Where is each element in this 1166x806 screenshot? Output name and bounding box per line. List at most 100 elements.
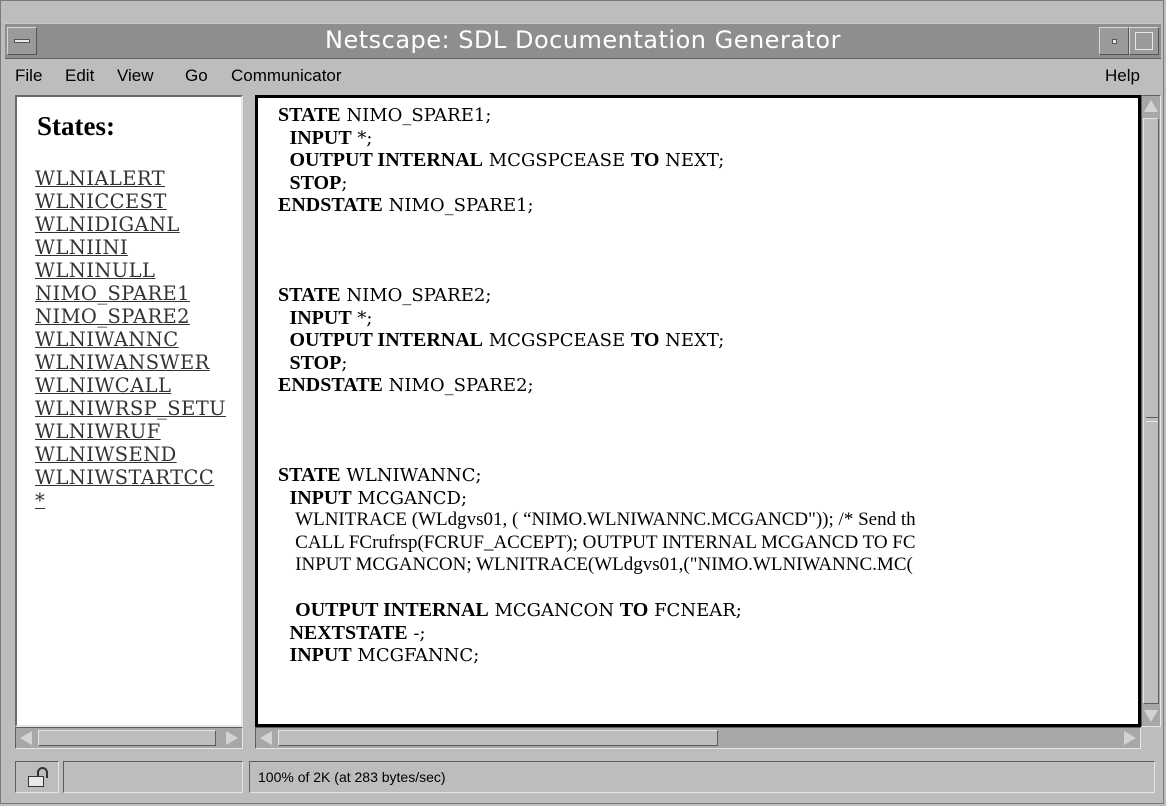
menu-help[interactable]: Help [1105, 66, 1140, 86]
state-link[interactable]: WLNIWANSWER [35, 351, 226, 374]
state-link[interactable]: WLNIWCALL [35, 374, 226, 397]
scroll-left-arrow-icon[interactable] [20, 731, 32, 745]
state-link[interactable]: WLNICCEST [35, 190, 226, 213]
code-text: FCNEAR; [648, 600, 742, 621]
code-keyword: INPUT [289, 486, 352, 509]
code-keyword: OUTPUT INTERNAL [289, 329, 484, 351]
state-link[interactable]: * [35, 489, 226, 512]
status-bar: 100% of 2K (at 283 bytes/sec) [5, 755, 1161, 799]
code-text: -; [407, 622, 426, 644]
code-text: *; [351, 307, 373, 329]
menu-communicator[interactable]: Communicator [231, 66, 342, 86]
state-link[interactable]: NIMO_SPARE2 [35, 305, 226, 328]
code-keyword: STATE [278, 464, 341, 486]
scroll-thumb[interactable] [278, 730, 718, 746]
state-link[interactable]: WLNIWANNC [35, 328, 226, 351]
code-line: INPUT MCGANCON; WLNITRACE(WLdgvs01,("NIM… [278, 554, 916, 577]
scroll-right-arrow-icon[interactable] [226, 731, 238, 745]
menu-file[interactable]: File [15, 66, 42, 86]
code-frame-hscrollbar[interactable] [255, 727, 1141, 749]
code-keyword: TO [630, 149, 660, 171]
code-keyword: OUTPUT INTERNAL [289, 149, 484, 171]
code-text: WLNITRACE (WLdgvs01, ( “NIMO.WLNIWANNC.M… [295, 509, 916, 530]
code-line: INPUT *; [278, 127, 916, 150]
code-keyword: STATE [278, 284, 341, 306]
code-text: MCGFANNC; [351, 645, 480, 666]
code-text: MCGANCON [488, 600, 620, 621]
code-text: MCGSPCEASE [483, 150, 631, 171]
code-line: OUTPUT INTERNAL MCGANCON TO FCNEAR; [278, 599, 916, 622]
code-text: INPUT MCGANCON; WLNITRACE(WLdgvs01,("NIM… [295, 554, 913, 575]
code-text: ; [341, 172, 348, 194]
code-keyword: INPUT [289, 126, 352, 149]
browser-window: Netscape: SDL Documentation Generator Fi… [0, 0, 1164, 804]
code-line: NEXTSTATE -; [278, 622, 916, 645]
states-frame-hscrollbar[interactable] [15, 727, 243, 749]
code-frame: STATE NIMO_SPARE1; INPUT *; OUTPUT INTER… [255, 95, 1141, 727]
code-line: ENDSTATE NIMO_SPARE1; [278, 194, 916, 217]
state-link[interactable]: WLNIWRUF [35, 420, 226, 443]
code-line: STATE WLNIWANNC; [278, 464, 916, 487]
code-keyword: OUTPUT INTERNAL [295, 599, 489, 621]
code-text: *; [351, 127, 373, 149]
title-bar[interactable]: Netscape: SDL Documentation Generator [5, 23, 1161, 59]
state-link[interactable]: NIMO_SPARE1 [35, 282, 226, 305]
frame-splitter[interactable] [245, 95, 255, 751]
code-line: INPUT MCGFANNC; [278, 644, 916, 667]
code-keyword: NEXTSTATE [289, 621, 408, 644]
code-line: STOP; [278, 172, 916, 195]
scroll-down-arrow-icon[interactable] [1144, 710, 1158, 722]
code-keyword: INPUT [289, 644, 352, 666]
code-keyword: STOP [289, 171, 342, 194]
code-keyword: STOP [289, 351, 342, 374]
state-link[interactable]: WLNIINI [35, 236, 226, 259]
code-keyword: TO [619, 599, 649, 621]
code-text: MCGSPCEASE [483, 330, 631, 351]
scroll-up-arrow-icon[interactable] [1144, 100, 1158, 112]
code-text: WLNIWANNC; [340, 465, 482, 486]
code-text: NIMO_SPARE2; [340, 285, 492, 306]
state-link[interactable]: WLNIALERT [35, 167, 226, 190]
code-line: INPUT MCGANCD; [278, 487, 916, 510]
state-link[interactable]: WLNIDIGANL [35, 213, 226, 236]
code-text: NIMO_SPARE1; [340, 105, 492, 126]
code-keyword: TO [630, 329, 660, 351]
maximize-icon[interactable] [1129, 27, 1159, 55]
code-text: ; [341, 352, 348, 374]
code-line: OUTPUT INTERNAL MCGSPCEASE TO NEXT; [278, 329, 916, 352]
state-link-list: WLNIALERT WLNICCEST WLNIDIGANL WLNIINI WLNIN… [35, 167, 226, 512]
states-frame: States: WLNIALERT WLNICCEST WLNIDIGANL WLNI… [15, 95, 243, 727]
scroll-thumb[interactable] [38, 730, 216, 746]
menu-edit[interactable]: Edit [65, 66, 94, 86]
code-line: CALL FCrufrsp(FCRUF_ACCEPT); OUTPUT INTE… [278, 532, 916, 555]
menu-go[interactable]: Go [185, 66, 208, 86]
status-text: 100% of 2K (at 283 bytes/sec) [258, 769, 446, 785]
code-keyword: STATE [278, 104, 341, 126]
code-frame-vscrollbar[interactable] [1141, 95, 1161, 727]
state-link[interactable]: WLNIWRSP_SETU [35, 397, 226, 420]
code-line: ENDSTATE NIMO_SPARE2; [278, 374, 916, 397]
scroll-right-arrow-icon[interactable] [1124, 731, 1136, 745]
state-link[interactable]: WLNINULL [35, 259, 226, 282]
state-link[interactable]: WLNIWSTARTCC [35, 466, 226, 489]
code-line: WLNITRACE (WLdgvs01, ( “NIMO.WLNIWANNC.M… [278, 509, 916, 532]
menu-view[interactable]: View [117, 66, 154, 86]
code-text: NIMO_SPARE1; [382, 195, 534, 216]
code-text: CALL FCrufrsp(FCRUF_ACCEPT); OUTPUT INTE… [295, 531, 916, 553]
code-line: STOP; [278, 352, 916, 375]
code-keyword: ENDSTATE [278, 194, 383, 216]
code-text: MCGANCD; [351, 487, 468, 509]
scroll-left-arrow-icon[interactable] [260, 731, 272, 745]
states-heading: States: [37, 111, 115, 141]
minimize-icon[interactable] [1099, 27, 1129, 55]
scroll-corner [1141, 727, 1161, 749]
state-link[interactable]: WLNIWSEND [35, 443, 226, 466]
scroll-thumb[interactable] [1143, 118, 1159, 704]
security-button[interactable] [15, 761, 59, 793]
code-text: NEXT; [659, 330, 725, 351]
